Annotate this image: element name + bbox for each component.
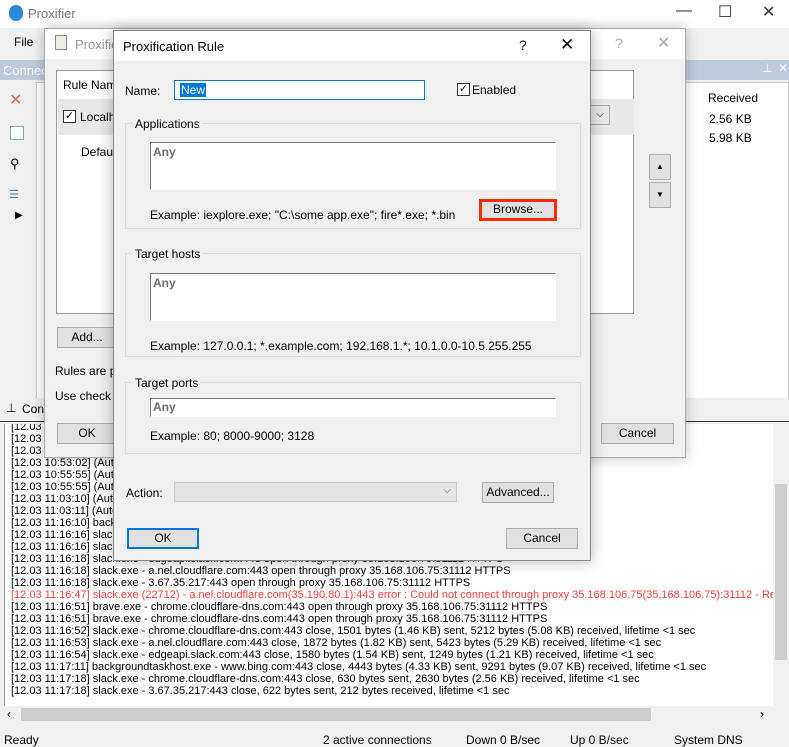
applications-value: Any: [153, 145, 176, 159]
rule-close-button[interactable]: ✕: [560, 35, 574, 55]
list-icon[interactable]: ☰: [9, 188, 19, 201]
target-ports-value: Any: [153, 400, 176, 414]
proxifier-logo-icon: [9, 5, 23, 21]
status-connections: 2 active connections: [323, 733, 432, 747]
log-line: [12.03 11:16:18] slack.exe - 3.67.35.217…: [11, 577, 471, 589]
rules-close-button[interactable]: ✕: [657, 33, 670, 53]
rules-cancel-button[interactable]: Cancel: [601, 423, 674, 444]
rules-note: Rules are pr: [55, 364, 121, 378]
rule-checkbox[interactable]: ✓: [63, 110, 76, 123]
target-ports-label: Target ports: [133, 376, 201, 390]
scroll-right-icon[interactable]: ›: [760, 707, 764, 721]
target-ports-input[interactable]: Any: [150, 398, 556, 417]
delete-icon[interactable]: ✕: [9, 90, 22, 110]
applications-example: Example: iexplore.exe; "C:\some app.exe"…: [150, 208, 456, 222]
move-up-button[interactable]: ▲: [649, 154, 671, 180]
rule-ok-button[interactable]: OK: [127, 528, 199, 549]
advanced-button[interactable]: Advanced...: [482, 482, 554, 503]
received-value: 5.98 KB: [709, 131, 752, 145]
rule-cancel-button[interactable]: Cancel: [506, 528, 578, 549]
action-dropdown-icon[interactable]: ⌵: [590, 105, 610, 125]
status-dns: System DNS: [674, 733, 743, 747]
main-title-bar: Proxifier — ☐ ✕: [0, 0, 789, 28]
expand-arrow-icon[interactable]: ▶: [15, 210, 23, 221]
log-line: [12.03 11:16:51] brave.exe - chrome.clou…: [11, 601, 548, 613]
log-line: [12.03 11:17:18] slack.exe - chrome.clou…: [11, 673, 640, 685]
target-hosts-example: Example: 127.0.0.1; *.example.com; 192.1…: [150, 339, 532, 353]
chevron-down-icon: ⌵: [443, 485, 451, 496]
connections-tab-label: Connec: [3, 63, 48, 78]
applications-label: Applications: [133, 117, 202, 131]
rules-ok-button[interactable]: OK: [57, 423, 117, 444]
log-line-error: [12.03 11:16:47] slack.exe (22712) - a.n…: [11, 589, 773, 601]
browse-button[interactable]: Browse...: [479, 199, 557, 221]
log-line: [12.03 11:16:18] slack.exe - a.nel.cloud…: [11, 565, 511, 577]
rule-help-button[interactable]: ?: [519, 37, 527, 53]
status-ready: Ready: [4, 733, 39, 747]
log-line: [12.03 11:16:52] slack.exe - chrome.clou…: [11, 625, 696, 637]
log-line: [12.03 11:16:53] slack.exe - a.nel.cloud…: [11, 637, 662, 649]
log-vertical-scrollbar[interactable]: [773, 424, 789, 706]
status-up: Up 0 B/sec: [570, 733, 629, 747]
target-hosts-label: Target hosts: [133, 247, 203, 261]
rule-dialog-title-bar: Proxification Rule ? ✕: [114, 31, 590, 61]
rules-help-button[interactable]: ?: [615, 35, 623, 51]
name-input[interactable]: New: [174, 80, 425, 100]
main-title: Proxifier: [28, 6, 76, 21]
received-column-header[interactable]: Received: [708, 91, 758, 105]
close-button[interactable]: ✕: [762, 2, 775, 22]
target-hosts-input[interactable]: Any: [150, 273, 556, 321]
log-line: [12.03 11:17:11] backgroundtaskhost.exe …: [11, 661, 707, 673]
enabled-checkbox[interactable]: ✓: [457, 83, 470, 96]
proxification-rule-dialog: Proxification Rule ? ✕ Name: New ✓ Enabl…: [113, 30, 591, 561]
close-connection-icon[interactable]: [10, 126, 24, 140]
rule-dialog-title: Proxification Rule: [123, 39, 225, 54]
minimize-button[interactable]: —: [676, 2, 692, 20]
log-horizontal-scrollbar[interactable]: ‹ ›: [4, 706, 773, 723]
target-ports-example: Example: 80; 8000-9000; 3128: [150, 429, 315, 443]
log-line: [12.03 11:17:18] slack.exe - 3.67.35.217…: [11, 685, 510, 697]
pane-close-icon[interactable]: ✕: [778, 61, 788, 75]
rules-dialog-title: Proxific: [75, 37, 118, 52]
scroll-left-icon[interactable]: ‹: [7, 707, 11, 721]
log-tab[interactable]: Con: [22, 402, 44, 416]
action-label: Action:: [126, 486, 163, 500]
pin-icon[interactable]: ⊥: [762, 61, 772, 75]
move-down-button[interactable]: ▼: [649, 182, 671, 208]
enabled-label: Enabled: [472, 83, 517, 97]
target-hosts-value: Any: [153, 276, 176, 290]
target-ports-group: [125, 382, 581, 454]
add-rule-button[interactable]: Add...: [57, 327, 117, 348]
menu-file[interactable]: File: [14, 35, 33, 49]
log-line: [12.03 11:16:54] slack.exe - edgeapi.sla…: [11, 649, 654, 661]
find-icon[interactable]: ⚲: [10, 156, 20, 172]
status-down: Down 0 B/sec: [466, 733, 541, 747]
scrollbar-thumb[interactable]: [21, 708, 651, 721]
maximize-button[interactable]: ☐: [718, 2, 732, 22]
name-value: New: [180, 83, 207, 97]
action-select[interactable]: ⌵: [174, 482, 457, 502]
toolbar: ✕ ⚲ ☰ ▶: [0, 82, 36, 400]
received-value: 2.56 KB: [709, 112, 752, 126]
applications-input[interactable]: Any: [150, 142, 556, 190]
scrollbar-thumb[interactable]: [775, 484, 787, 660]
name-label: Name:: [125, 84, 161, 98]
log-tab-icon: ⊥: [6, 401, 17, 415]
log-line: [12.03 11:16:51] brave.exe - chrome.clou…: [11, 613, 548, 625]
rules-icon: [55, 35, 67, 50]
